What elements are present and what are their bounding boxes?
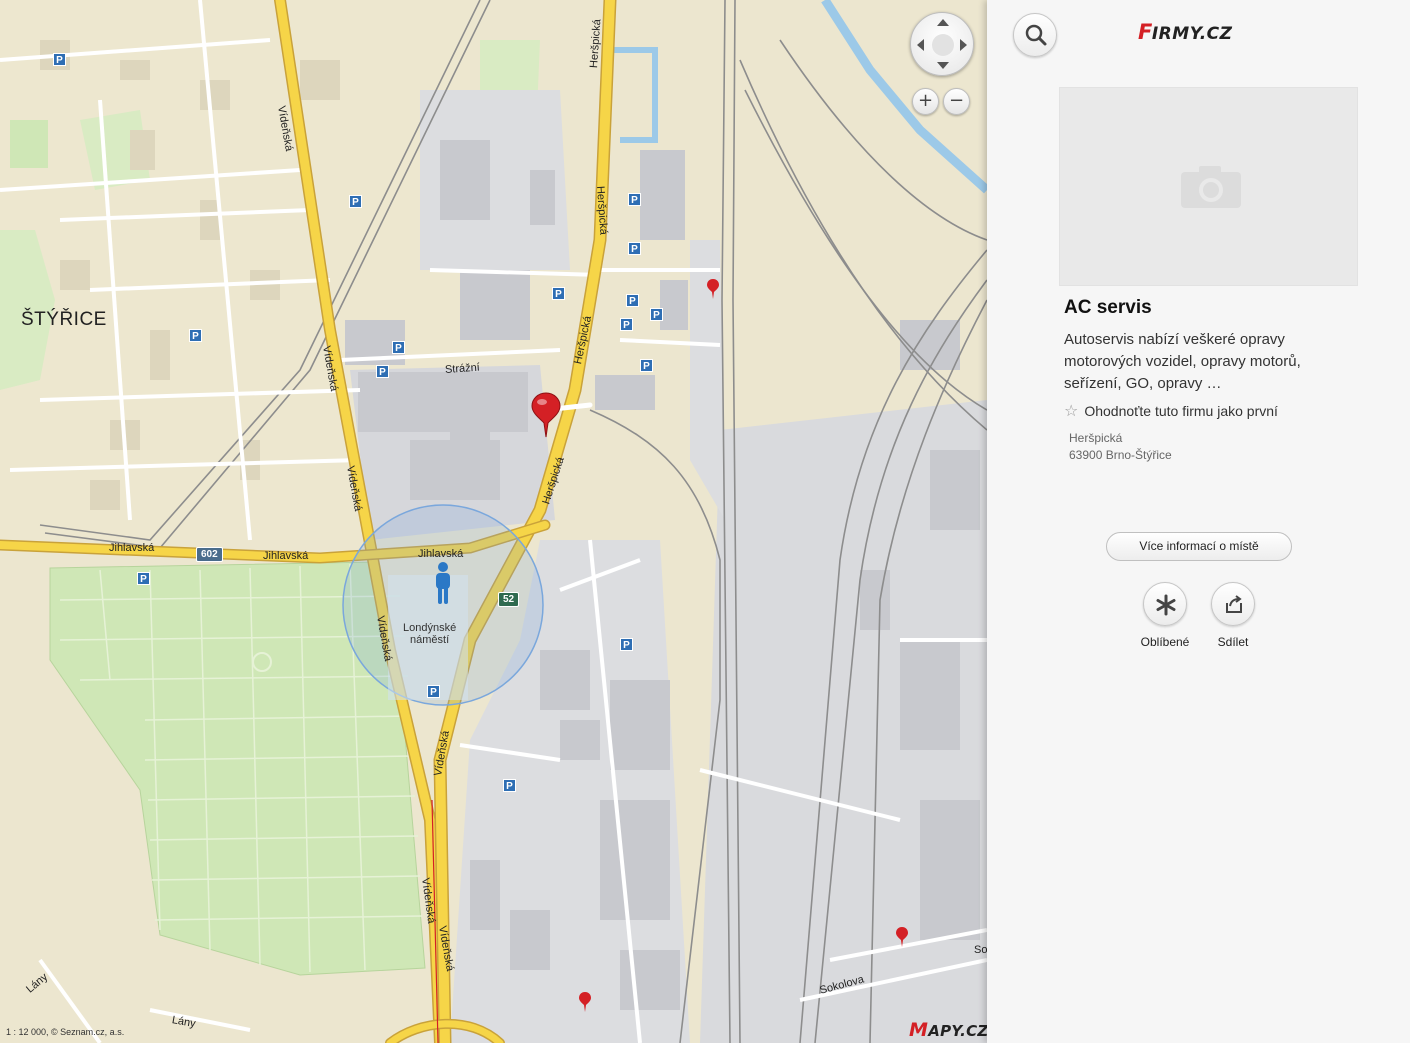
pan-left-icon[interactable] [917, 39, 924, 51]
parking-icon[interactable]: P [626, 294, 639, 307]
street-label-strazni: Strážní [444, 361, 481, 376]
parking-icon[interactable]: P [376, 365, 389, 378]
map-marker-icon-selected[interactable] [530, 391, 562, 439]
pan-down-icon[interactable] [937, 62, 949, 69]
place-label-londynske-namesti: Londýnské náměstí [403, 622, 456, 646]
pan-right-icon[interactable] [960, 39, 967, 51]
share-icon [1226, 595, 1242, 613]
map-marker-icon[interactable] [706, 278, 720, 300]
share-label: Sdílet [1217, 635, 1249, 649]
parking-icon[interactable]: P [628, 242, 641, 255]
street-label-jihlavska: Jihlavská [418, 548, 464, 560]
mapy-logo-initial: M [909, 1019, 929, 1041]
parking-icon[interactable]: P [503, 779, 516, 792]
parking-icon[interactable]: P [640, 359, 653, 372]
favorites-button[interactable]: Oblíbené [1130, 582, 1200, 649]
district-label: ŠTÝŘICE [21, 309, 107, 330]
parking-icon[interactable]: P [620, 318, 633, 331]
address-street: Heršpická [1069, 431, 1123, 445]
street-label-jihlavska: Jihlavská [109, 542, 155, 554]
street-label-so: So [974, 944, 987, 956]
mapy-logo-rest: APY.CZ [928, 1022, 987, 1040]
road-number-52: 52 [498, 592, 520, 607]
pan-control[interactable] [910, 12, 974, 76]
zoom-in-button[interactable]: + [912, 88, 939, 115]
parking-icon[interactable]: P [349, 195, 362, 208]
place-label-line1: Londýnské [403, 622, 457, 634]
favorites-label: Oblíbené [1140, 635, 1190, 649]
place-label-line2: náměstí [410, 634, 450, 646]
person-location-icon[interactable] [432, 562, 454, 606]
parking-icon[interactable]: P [552, 287, 565, 300]
rate-firm-link[interactable]: ☆ Ohodnoťte tuto firmu jako první [1064, 401, 1278, 420]
search-icon [1025, 24, 1047, 46]
parking-icon[interactable]: P [628, 193, 641, 206]
parking-icon[interactable]: P [392, 341, 405, 354]
pan-knob[interactable] [932, 34, 954, 56]
street-label-jihlavska: Jihlavská [263, 550, 309, 562]
place-detail-panel: FIRMY.CZ AC servis Autoservis nabízí veš… [987, 0, 1410, 1043]
zoom-out-button[interactable]: − [943, 88, 970, 115]
share-icon-circle[interactable] [1211, 582, 1255, 626]
parking-icon[interactable]: P [189, 329, 202, 342]
camera-icon [1181, 166, 1241, 208]
pan-up-icon[interactable] [937, 19, 949, 26]
map-base-layer [0, 0, 987, 1043]
firmy-cz-logo[interactable]: FIRMY.CZ [1138, 20, 1232, 44]
star-icon: ☆ [1064, 401, 1079, 420]
parking-icon[interactable]: P [53, 53, 66, 66]
firmy-logo-rest: IRMY.CZ [1151, 24, 1233, 44]
mapy-cz-logo[interactable]: MAPY.CZ [909, 1019, 987, 1041]
address-city: 63900 Brno-Štýřice [1069, 448, 1172, 462]
firmy-logo-initial: F [1138, 20, 1152, 44]
map-canvas[interactable]: ŠTÝŘICE Vídeňská Vídeňská Vídeňská Vídeň… [0, 0, 987, 1043]
asterisk-icon [1156, 594, 1176, 616]
map-marker-icon[interactable] [578, 991, 592, 1013]
more-info-button[interactable]: Více informací o místě [1106, 532, 1292, 561]
favorites-icon-circle[interactable] [1143, 582, 1187, 626]
parking-icon[interactable]: P [137, 572, 150, 585]
map-scale: 1 : 12 000, © Seznam.cz, a.s. [6, 1027, 125, 1037]
search-button[interactable] [1013, 13, 1057, 57]
map-marker-icon[interactable] [895, 926, 909, 948]
parking-icon[interactable]: P [620, 638, 633, 651]
place-title: AC servis [1064, 297, 1152, 318]
place-address: Heršpická 63900 Brno-Štýřice [1069, 430, 1172, 464]
place-description: Autoservis nabízí veškeré opravy motorov… [1064, 331, 1301, 392]
photo-placeholder [1059, 87, 1358, 286]
parking-icon[interactable]: P [427, 685, 440, 698]
share-button[interactable]: Sdílet [1198, 582, 1268, 649]
parking-icon[interactable]: P [650, 308, 663, 321]
road-number-602: 602 [196, 547, 223, 562]
rating-text: Ohodnoťte tuto firmu jako první [1084, 403, 1278, 419]
